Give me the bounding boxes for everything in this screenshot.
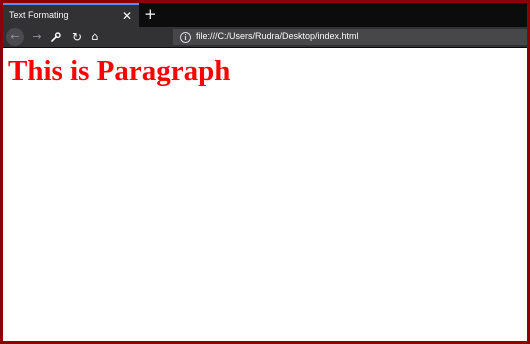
forward-arrow-icon[interactable]: → [29,27,45,47]
url-bar[interactable]: i file:///C:/Users/Rudra/Desktop/index.h… [173,29,527,45]
reload-icon[interactable]: ↻ [69,27,85,47]
tab-title: Text Formating [9,10,69,20]
back-arrow-icon[interactable]: ← [6,28,24,46]
url-text[interactable]: file:///C:/Users/Rudra/Desktop/index.htm… [196,31,359,41]
home-icon[interactable]: ⌂ [87,27,103,47]
navigation-toolbar: ← → ↻ ⌂ i file:///C:/Users/Rudra/Desktop… [3,27,527,48]
page-heading: This is Paragraph [8,55,231,87]
page-content: This is Paragraph [3,48,527,341]
info-icon[interactable]: i [180,32,191,43]
wrench-icon-shape [51,32,61,42]
screenshot-frame: Text Formating ✕ + ← → ↻ ⌂ i file:///C:/… [0,0,530,344]
tab-text-formating[interactable]: Text Formating ✕ [3,3,139,27]
tab-bar: Text Formating ✕ + [3,3,527,27]
close-icon[interactable]: ✕ [122,6,132,26]
wrench-icon[interactable] [48,27,64,47]
plus-icon[interactable]: + [144,4,157,24]
